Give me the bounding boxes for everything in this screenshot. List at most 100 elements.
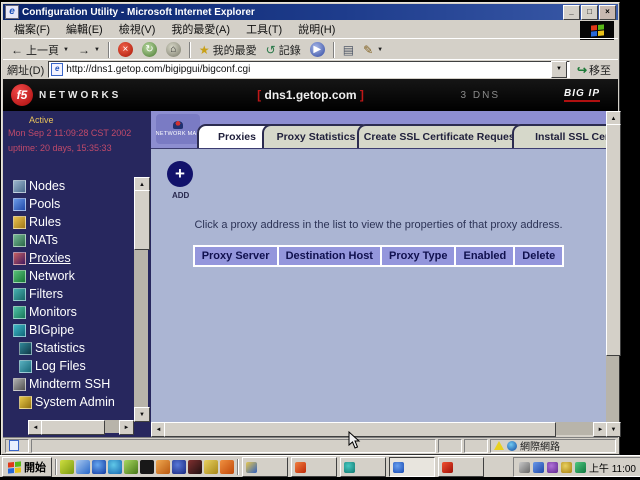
print-button[interactable]: ▤: [339, 41, 358, 59]
quick-launch-icon-4[interactable]: [108, 460, 122, 474]
sidebar-item-nodes[interactable]: Nodes: [3, 177, 135, 195]
back-dropdown-icon[interactable]: ▼: [63, 47, 69, 53]
logfiles-icon: [19, 360, 32, 373]
sidebar-item-label: Monitors: [29, 305, 77, 319]
network-map-button[interactable]: NETWORK MAP: [156, 114, 200, 144]
tab-install-ssl-certificate[interactable]: Install SSL Certif: [512, 124, 606, 148]
forward-dropdown-icon[interactable]: ▼: [94, 47, 100, 53]
tray-volume-icon[interactable]: [519, 462, 530, 473]
home-button[interactable]: ⌂: [162, 41, 185, 59]
mouse-cursor: [348, 431, 362, 449]
address-dropdown-button[interactable]: ▼: [551, 61, 567, 78]
menu-help[interactable]: 說明(H): [291, 20, 342, 38]
history-button[interactable]: ↺ 記錄: [262, 41, 305, 59]
tray-icon-4[interactable]: [561, 462, 572, 473]
sidebar-item-label: Filters: [29, 287, 63, 301]
page-icon: e: [51, 63, 63, 76]
quick-launch-icon-10[interactable]: [204, 460, 218, 474]
address-input[interactable]: e http://dns1.getop.com/bigipgui/bigconf…: [48, 61, 570, 78]
tray-icon-2[interactable]: [533, 462, 544, 473]
sidebar-item-nats[interactable]: NATs: [3, 231, 135, 249]
back-button[interactable]: ← 上一頁 ▼: [7, 41, 73, 59]
close-button[interactable]: ×: [599, 5, 616, 20]
quick-launch-icon-7[interactable]: [156, 460, 170, 474]
menu-view[interactable]: 檢視(V): [112, 20, 163, 38]
sidebar-item-monitors[interactable]: Monitors: [3, 303, 135, 321]
quick-launch-bar: [60, 460, 234, 474]
start-button[interactable]: 開始: [2, 457, 52, 477]
tab-create-ssl-certificate-request[interactable]: Create SSL Certificate Request: [357, 124, 525, 148]
stop-icon: ×: [118, 42, 133, 57]
media-button[interactable]: ▶: [306, 41, 329, 59]
maximize-button[interactable]: □: [581, 5, 598, 20]
page-scrollbar-thumb[interactable]: [606, 124, 621, 356]
sidebar-item-network[interactable]: Network: [3, 267, 135, 285]
sidebar-scroll-right-button[interactable]: ►: [119, 420, 134, 435]
sidebar-item-label: Proxies: [29, 251, 71, 265]
mindterm-ssh-icon: [13, 378, 26, 391]
edit-dropdown-icon[interactable]: ▼: [377, 47, 383, 53]
warning-icon: [494, 441, 504, 450]
taskbar-clock[interactable]: 上午 11:00: [589, 460, 636, 475]
sidebar-item-statistics[interactable]: Statistics: [3, 339, 135, 357]
title-bar[interactable]: e Configuration Utility - Microsoft Inte…: [3, 4, 618, 20]
go-button[interactable]: ↪ 移至: [574, 62, 614, 78]
url-text[interactable]: http://dns1.getop.com/bigipgui/bigconf.c…: [66, 64, 548, 75]
minimize-button[interactable]: _: [563, 5, 580, 20]
menu-favorites[interactable]: 我的最愛(A): [164, 20, 237, 38]
system-tray: 上午 11:00: [513, 457, 640, 477]
forward-button[interactable]: → ▼: [74, 41, 104, 59]
sidebar-item-filters[interactable]: Filters: [3, 285, 135, 303]
sidebar-item-label: Log Files: [35, 359, 86, 373]
sidebar-item-rules[interactable]: Rules: [3, 213, 135, 231]
quick-launch-icon-1[interactable]: [60, 460, 74, 474]
quick-launch-icon-11[interactable]: [220, 460, 234, 474]
statistics-icon: [19, 342, 32, 355]
column-header-proxy-type[interactable]: Proxy Type: [382, 247, 455, 265]
page-scroll-down-button[interactable]: ▼: [606, 422, 621, 437]
taskbar-window-button-2[interactable]: [291, 457, 337, 477]
sidebar-scroll-down-button[interactable]: ▼: [134, 407, 150, 422]
stop-button[interactable]: ×: [114, 41, 137, 59]
column-header-enabled[interactable]: Enabled: [456, 247, 513, 265]
status-bar: 網際網路: [3, 437, 618, 453]
sidebar-item-bigpipe[interactable]: BIGpipe: [3, 321, 135, 339]
menu-file[interactable]: 檔案(F): [7, 20, 57, 38]
quick-launch-icon-6[interactable]: [140, 460, 154, 474]
add-proxy-button[interactable]: +: [167, 161, 193, 187]
tray-icon-5[interactable]: [575, 462, 586, 473]
tray-icon-3[interactable]: [547, 462, 558, 473]
sidebar-scrollbar-thumb[interactable]: [134, 190, 150, 250]
quick-launch-icon-8[interactable]: [172, 460, 186, 474]
taskbar-window-button-5[interactable]: [438, 457, 484, 477]
taskbar-window-button-3[interactable]: [340, 457, 386, 477]
quick-launch-icon-5[interactable]: [124, 460, 138, 474]
bracket-left: [: [257, 88, 261, 102]
column-header-proxy-server[interactable]: Proxy Server: [195, 247, 277, 265]
sidebar-item-mindterm-ssh[interactable]: Mindterm SSH: [3, 375, 135, 393]
sidebar-item-system-admin[interactable]: System Admin: [3, 393, 135, 411]
favorites-button[interactable]: ★ 我的最愛: [195, 41, 261, 59]
quick-launch-icon-3[interactable]: [92, 460, 106, 474]
sidebar-item-proxies[interactable]: Proxies: [3, 249, 135, 267]
sidebar-item-pools[interactable]: Pools: [3, 195, 135, 213]
toolbar-separator: [108, 42, 110, 58]
taskbar-window-button-1[interactable]: [242, 457, 288, 477]
sidebar-hscrollbar-thumb[interactable]: [41, 420, 105, 435]
menu-tools[interactable]: 工具(T): [239, 20, 289, 38]
tab-proxy-statistics[interactable]: Proxy Statistics: [262, 124, 370, 148]
sidebar-item-log-files[interactable]: Log Files: [3, 357, 135, 375]
menu-edit[interactable]: 編輯(E): [59, 20, 110, 38]
refresh-button[interactable]: ↻: [138, 41, 161, 59]
taskbar-window-button-4-active[interactable]: [389, 457, 435, 477]
refresh-icon: ↻: [142, 42, 157, 57]
edit-button[interactable]: ✎ ▼: [359, 41, 387, 59]
task-window-icon: [442, 462, 453, 473]
task-window-icon: [246, 462, 257, 473]
column-header-destination-host[interactable]: Destination Host: [279, 247, 380, 265]
proxies-icon: [13, 252, 26, 265]
quick-launch-icon-9[interactable]: [188, 460, 202, 474]
quick-launch-icon-2[interactable]: [76, 460, 90, 474]
column-header-delete[interactable]: Delete: [515, 247, 562, 265]
bracket-right: ]: [360, 88, 364, 102]
